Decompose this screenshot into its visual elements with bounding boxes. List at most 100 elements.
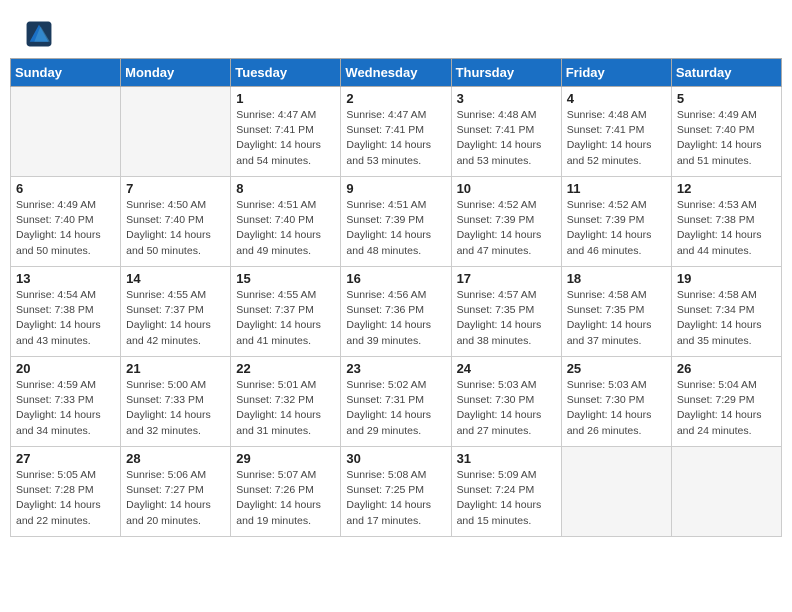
day-info: Sunrise: 5:06 AMSunset: 7:27 PMDaylight:…: [126, 468, 225, 529]
week-row-1: 1 Sunrise: 4:47 AMSunset: 7:41 PMDaylight…: [11, 87, 782, 177]
week-row-2: 6 Sunrise: 4:49 AMSunset: 7:40 PMDaylight…: [11, 177, 782, 267]
calendar-cell: 9 Sunrise: 4:51 AMSunset: 7:39 PMDaylight…: [341, 177, 451, 267]
day-number: 31: [457, 451, 556, 466]
calendar-cell: 2 Sunrise: 4:47 AMSunset: 7:41 PMDaylight…: [341, 87, 451, 177]
day-number: 25: [567, 361, 666, 376]
calendar-cell: 28Sunrise: 5:06 AMSunset: 7:27 PMDayligh…: [121, 447, 231, 537]
calendar-cell: 18 Sunrise: 4:58 AMSunset: 7:35 PMDayligh…: [561, 267, 671, 357]
day-info: Sunrise: 4:54 AMSunset: 7:38 PMDaylight:…: [16, 288, 115, 349]
day-info: Sunrise: 4:56 AMSunset: 7:36 PMDaylight:…: [346, 288, 445, 349]
day-info: Sunrise: 4:58 AMSunset: 7:35 PMDaylight:…: [567, 288, 666, 349]
day-number: 19: [677, 271, 776, 286]
day-number: 24: [457, 361, 556, 376]
day-number: 26: [677, 361, 776, 376]
calendar-cell: 5 Sunrise: 4:49 AMSunset: 7:40 PMDaylight…: [671, 87, 781, 177]
calendar-cell: 20Sunrise: 4:59 AMSunset: 7:33 PMDayligh…: [11, 357, 121, 447]
calendar-cell: 19 Sunrise: 4:58 AMSunset: 7:34 PMDayligh…: [671, 267, 781, 357]
week-row-4: 20Sunrise: 4:59 AMSunset: 7:33 PMDayligh…: [11, 357, 782, 447]
calendar-cell: 23Sunrise: 5:02 AMSunset: 7:31 PMDayligh…: [341, 357, 451, 447]
day-info: Sunrise: 4:51 AMSunset: 7:39 PMDaylight:…: [346, 198, 445, 259]
day-info: Sunrise: 4:47 AMSunset: 7:41 PMDaylight:…: [346, 108, 445, 169]
calendar-cell: 30 Sunrise: 5:08 AMSunset: 7:25 PMDayligh…: [341, 447, 451, 537]
day-number: 4: [567, 91, 666, 106]
calendar-cell: 27 Sunrise: 5:05 AMSunset: 7:28 PMDayligh…: [11, 447, 121, 537]
day-info: Sunrise: 4:55 AMSunset: 7:37 PMDaylight:…: [236, 288, 335, 349]
day-info: Sunrise: 5:09 AMSunset: 7:24 PMDaylight:…: [457, 468, 556, 529]
day-info: Sunrise: 4:52 AMSunset: 7:39 PMDaylight:…: [457, 198, 556, 259]
week-row-5: 27 Sunrise: 5:05 AMSunset: 7:28 PMDayligh…: [11, 447, 782, 537]
calendar-cell: 13 Sunrise: 4:54 AMSunset: 7:38 PMDayligh…: [11, 267, 121, 357]
logo-icon: [25, 20, 53, 48]
day-number: 27: [16, 451, 115, 466]
day-info: Sunrise: 4:59 AMSunset: 7:33 PMDaylight:…: [16, 378, 115, 439]
calendar-cell: 7 Sunrise: 4:50 AMSunset: 7:40 PMDaylight…: [121, 177, 231, 267]
column-header-tuesday: Tuesday: [231, 59, 341, 87]
calendar-cell: [671, 447, 781, 537]
day-number: 11: [567, 181, 666, 196]
calendar-cell: 8Sunrise: 4:51 AMSunset: 7:40 PMDaylight…: [231, 177, 341, 267]
calendar-cell: 21 Sunrise: 5:00 AMSunset: 7:33 PMDayligh…: [121, 357, 231, 447]
day-number: 3: [457, 91, 556, 106]
calendar-cell: 1 Sunrise: 4:47 AMSunset: 7:41 PMDaylight…: [231, 87, 341, 177]
calendar-cell: 3 Sunrise: 4:48 AMSunset: 7:41 PMDaylight…: [451, 87, 561, 177]
week-row-3: 13 Sunrise: 4:54 AMSunset: 7:38 PMDayligh…: [11, 267, 782, 357]
calendar-cell: 6 Sunrise: 4:49 AMSunset: 7:40 PMDaylight…: [11, 177, 121, 267]
day-number: 12: [677, 181, 776, 196]
day-number: 14: [126, 271, 225, 286]
calendar-cell: 29 Sunrise: 5:07 AMSunset: 7:26 PMDayligh…: [231, 447, 341, 537]
day-info: Sunrise: 5:05 AMSunset: 7:28 PMDaylight:…: [16, 468, 115, 529]
column-header-saturday: Saturday: [671, 59, 781, 87]
logo: [25, 20, 57, 48]
day-number: 30: [346, 451, 445, 466]
calendar-cell: 12 Sunrise: 4:53 AMSunset: 7:38 PMDayligh…: [671, 177, 781, 267]
day-info: Sunrise: 5:00 AMSunset: 7:33 PMDaylight:…: [126, 378, 225, 439]
day-number: 21: [126, 361, 225, 376]
day-number: 29: [236, 451, 335, 466]
day-number: 18: [567, 271, 666, 286]
day-info: Sunrise: 5:07 AMSunset: 7:26 PMDaylight:…: [236, 468, 335, 529]
day-info: Sunrise: 4:58 AMSunset: 7:34 PMDaylight:…: [677, 288, 776, 349]
page-header: [10, 10, 782, 53]
calendar-cell: [121, 87, 231, 177]
day-number: 10: [457, 181, 556, 196]
day-info: Sunrise: 5:04 AMSunset: 7:29 PMDaylight:…: [677, 378, 776, 439]
calendar-cell: 15 Sunrise: 4:55 AMSunset: 7:37 PMDayligh…: [231, 267, 341, 357]
day-info: Sunrise: 4:48 AMSunset: 7:41 PMDaylight:…: [567, 108, 666, 169]
day-number: 8: [236, 181, 335, 196]
day-info: Sunrise: 5:08 AMSunset: 7:25 PMDaylight:…: [346, 468, 445, 529]
day-info: Sunrise: 5:01 AMSunset: 7:32 PMDaylight:…: [236, 378, 335, 439]
day-info: Sunrise: 4:48 AMSunset: 7:41 PMDaylight:…: [457, 108, 556, 169]
calendar-cell: 17 Sunrise: 4:57 AMSunset: 7:35 PMDayligh…: [451, 267, 561, 357]
column-header-wednesday: Wednesday: [341, 59, 451, 87]
calendar-header-row: SundayMondayTuesdayWednesdayThursdayFrid…: [11, 59, 782, 87]
day-number: 1: [236, 91, 335, 106]
calendar-cell: 24 Sunrise: 5:03 AMSunset: 7:30 PMDayligh…: [451, 357, 561, 447]
day-info: Sunrise: 5:03 AMSunset: 7:30 PMDaylight:…: [457, 378, 556, 439]
day-info: Sunrise: 4:49 AMSunset: 7:40 PMDaylight:…: [16, 198, 115, 259]
calendar-table: SundayMondayTuesdayWednesdayThursdayFrid…: [10, 58, 782, 537]
day-info: Sunrise: 4:50 AMSunset: 7:40 PMDaylight:…: [126, 198, 225, 259]
day-number: 17: [457, 271, 556, 286]
calendar-cell: 22 Sunrise: 5:01 AMSunset: 7:32 PMDayligh…: [231, 357, 341, 447]
day-info: Sunrise: 4:57 AMSunset: 7:35 PMDaylight:…: [457, 288, 556, 349]
day-info: Sunrise: 4:52 AMSunset: 7:39 PMDaylight:…: [567, 198, 666, 259]
day-number: 16: [346, 271, 445, 286]
day-info: Sunrise: 4:53 AMSunset: 7:38 PMDaylight:…: [677, 198, 776, 259]
calendar-cell: 26 Sunrise: 5:04 AMSunset: 7:29 PMDayligh…: [671, 357, 781, 447]
day-number: 2: [346, 91, 445, 106]
day-info: Sunrise: 4:47 AMSunset: 7:41 PMDaylight:…: [236, 108, 335, 169]
day-number: 22: [236, 361, 335, 376]
day-number: 15: [236, 271, 335, 286]
day-info: Sunrise: 4:49 AMSunset: 7:40 PMDaylight:…: [677, 108, 776, 169]
day-info: Sunrise: 5:03 AMSunset: 7:30 PMDaylight:…: [567, 378, 666, 439]
day-number: 5: [677, 91, 776, 106]
day-number: 7: [126, 181, 225, 196]
calendar-cell: 4 Sunrise: 4:48 AMSunset: 7:41 PMDaylight…: [561, 87, 671, 177]
day-number: 6: [16, 181, 115, 196]
calendar-cell: 14Sunrise: 4:55 AMSunset: 7:37 PMDayligh…: [121, 267, 231, 357]
calendar-cell: 25 Sunrise: 5:03 AMSunset: 7:30 PMDayligh…: [561, 357, 671, 447]
column-header-monday: Monday: [121, 59, 231, 87]
day-number: 9: [346, 181, 445, 196]
day-number: 13: [16, 271, 115, 286]
column-header-thursday: Thursday: [451, 59, 561, 87]
